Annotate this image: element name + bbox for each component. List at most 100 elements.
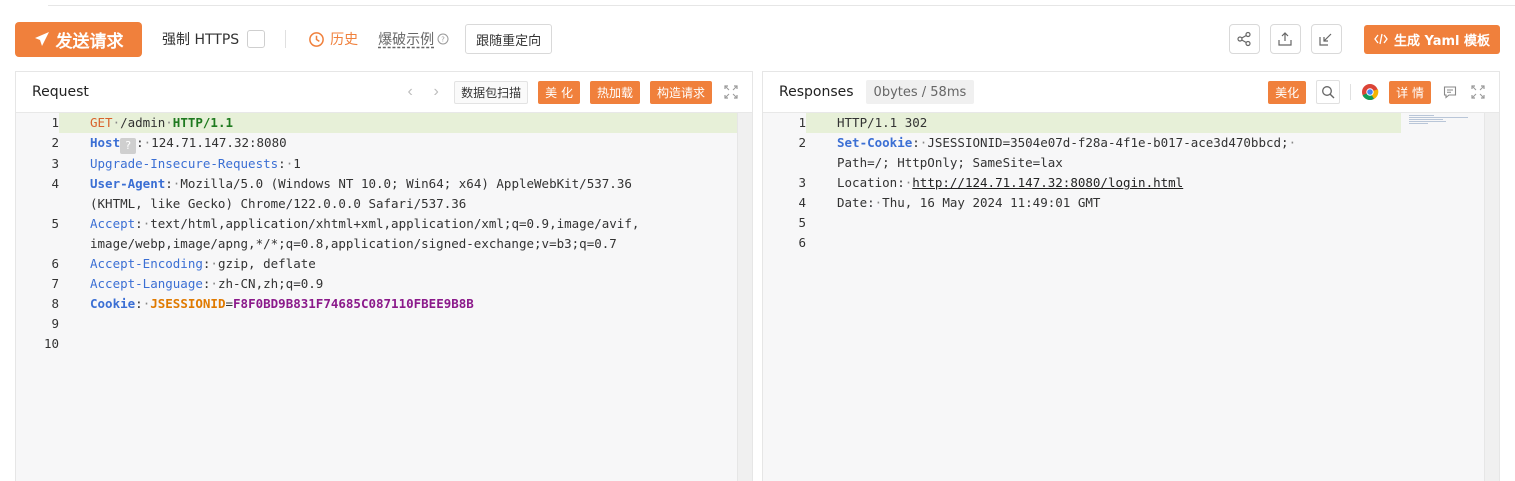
code-line-wrap: (KHTML, like Gecko) Chrome/122.0.0.0 Saf… (16, 194, 752, 214)
code-icon (1374, 33, 1388, 45)
follow-redirect-button[interactable]: 跟随重定向 (465, 24, 553, 54)
status-line: HTTP/1.1 302 (806, 113, 1401, 133)
upload-icon (1278, 32, 1293, 46)
brute-examples-link[interactable]: 爆破示例 ? (378, 29, 449, 49)
search-icon (1322, 86, 1335, 99)
code-line: 1 GET·/admin·HTTP/1.1 (16, 113, 752, 133)
chevron-left-icon[interactable]: ‹ (402, 83, 418, 101)
request-editor[interactable]: 1 GET·/admin·HTTP/1.1 2 Host?:·124.71.14… (16, 113, 752, 481)
header-value: text/html,application/xhtml+xml,applicat… (150, 216, 640, 231)
line-number: 3 (798, 175, 806, 190)
hot-load-button[interactable]: 热加载 (589, 80, 640, 104)
code-line: 1 HTTP/1.1 302 (763, 113, 1499, 133)
response-editor[interactable]: 1 HTTP/1.1 302 2 Set-Cookie:·JSESSIONID=… (763, 113, 1499, 481)
history-label: 历史 (330, 32, 359, 48)
line-number: 6 (51, 256, 59, 271)
header-name: Host (90, 135, 121, 150)
header-value: 1 (293, 156, 301, 171)
header-value: Thu, 16 May 2024 11:49:01 GMT (882, 195, 1101, 210)
toolbar-right: 生成 Yaml 模板 (1228, 24, 1500, 54)
request-beautify-button[interactable]: 美 化 (538, 80, 580, 104)
header-value: zh-CN,zh;q=0.9 (217, 276, 324, 291)
response-beautify-button[interactable]: 美化 (1268, 80, 1307, 104)
send-request-label: 发送请求 (55, 31, 124, 52)
clock-icon (309, 31, 325, 47)
export-button[interactable] (1269, 24, 1301, 54)
send-request-button[interactable]: 发送请求 (15, 21, 142, 57)
comment-icon (1443, 86, 1457, 99)
response-panel-header: Responses 0bytes / 58ms 美化 详 情 (763, 72, 1499, 113)
comment-button[interactable] (1441, 83, 1459, 101)
header-name: Accept-Language (90, 276, 203, 291)
toolbar: 发送请求 强制 HTTPS 历史 爆破示例 ? 跟随重定向 生成 Yaml 模板 (15, 21, 1500, 57)
request-fullscreen-button[interactable] (722, 83, 740, 101)
header-name: Upgrade-Insecure-Requests (90, 156, 279, 171)
code-line: 2 Host?:·124.71.147.32:8080 (16, 133, 752, 154)
line-number: 4 (51, 176, 59, 191)
header-name: Accept-Encoding (90, 256, 203, 271)
header-value-continuation: Path=/; HttpOnly; SameSite=lax (837, 155, 1063, 170)
line-number: 5 (798, 215, 806, 230)
packet-scan-button[interactable]: 数据包扫描 (454, 80, 529, 104)
response-actions: 美化 详 情 (1268, 80, 1487, 104)
cookie-key: JSESSIONID (150, 296, 226, 311)
header-name: Location (837, 175, 898, 190)
header-value: Mozilla/5.0 (Windows NT 10.0; Win64; x64… (180, 176, 632, 191)
line-number: 6 (798, 235, 806, 250)
request-path: /admin (120, 115, 166, 130)
response-title: Responses (779, 84, 854, 100)
code-line: 4 Date:·Thu, 16 May 2024 11:49:01 GMT (763, 193, 1499, 213)
line-number: 3 (51, 156, 59, 171)
line-number: 1 (51, 115, 59, 130)
response-fullscreen-button[interactable] (1469, 83, 1487, 101)
response-search-button[interactable] (1316, 80, 1341, 104)
code-line: 3 Upgrade-Insecure-Requests:·1 (16, 154, 752, 174)
help-icon: ? (437, 33, 449, 45)
expand-icon (1471, 85, 1485, 99)
header-value-continuation: image/webp,image/apng,*/*;q=0.8,applicat… (90, 236, 617, 251)
expand-icon (724, 85, 738, 99)
header-value: JSESSIONID=3504e07d-f28a-4f1e-b017-ace3d… (927, 135, 1289, 150)
response-panel: Responses 0bytes / 58ms 美化 详 情 1 HTTP/1.… (762, 71, 1500, 481)
generate-yaml-label: 生成 Yaml 模板 (1393, 33, 1490, 49)
generate-yaml-button[interactable]: 生成 Yaml 模板 (1363, 24, 1500, 54)
response-minimap[interactable] (1409, 115, 1471, 125)
brute-examples-label: 爆破示例 (378, 32, 435, 48)
request-title: Request (32, 84, 89, 100)
response-scrollbar[interactable] (1484, 113, 1499, 481)
details-button[interactable]: 详 情 (1389, 80, 1431, 104)
code-line: 6 (763, 233, 1499, 253)
header-value-continuation: (KHTML, like Gecko) Chrome/122.0.0.0 Saf… (90, 196, 467, 211)
http-method: GET (90, 115, 113, 130)
location-link[interactable]: http://124.71.147.32:8080/login.html (912, 175, 1183, 190)
chrome-icon[interactable] (1361, 83, 1379, 101)
request-panel-header: Request ‹ › 数据包扫描 美 化 热加载 构造请求 (16, 72, 752, 113)
code-line-wrap: Path=/; HttpOnly; SameSite=lax (763, 153, 1499, 173)
import-button[interactable] (1310, 24, 1342, 54)
line-number: 9 (51, 316, 59, 331)
chevron-right-icon[interactable]: › (428, 83, 444, 101)
history-button[interactable]: 历史 (308, 29, 358, 49)
svg-text:?: ? (441, 36, 445, 44)
code-line-wrap: image/webp,image/apng,*/*;q=0.8,applicat… (16, 234, 752, 254)
force-https-checkbox[interactable] (247, 30, 266, 48)
build-request-button[interactable]: 构造请求 (649, 80, 712, 104)
line-number: 2 (798, 135, 806, 150)
header-name: Set-Cookie (837, 135, 913, 150)
request-panel: Request ‹ › 数据包扫描 美 化 热加载 构造请求 1 GET·/ad… (15, 71, 753, 481)
code-line: 3 Location:·http://124.71.147.32:8080/lo… (763, 173, 1499, 193)
code-line: 10 (16, 334, 752, 354)
request-actions: ‹ › 数据包扫描 美 化 热加载 构造请求 (402, 80, 740, 104)
code-line: 9 (16, 314, 752, 334)
force-https-label: 强制 HTTPS (162, 32, 240, 48)
code-line: 5 Accept:·text/html,application/xhtml+xm… (16, 214, 752, 234)
code-line: 8 Cookie:·JSESSIONID=F8F0BD9B831F74685C0… (16, 294, 752, 314)
share-button[interactable] (1228, 24, 1260, 54)
response-size-badge: 0bytes / 58ms (865, 80, 975, 104)
line-number: 7 (51, 276, 59, 291)
toolbar-divider (285, 30, 287, 48)
line-number: 2 (51, 135, 59, 150)
request-scrollbar[interactable] (737, 113, 752, 481)
line-number: 5 (51, 216, 59, 231)
header-help-badge[interactable]: ? (120, 138, 137, 154)
